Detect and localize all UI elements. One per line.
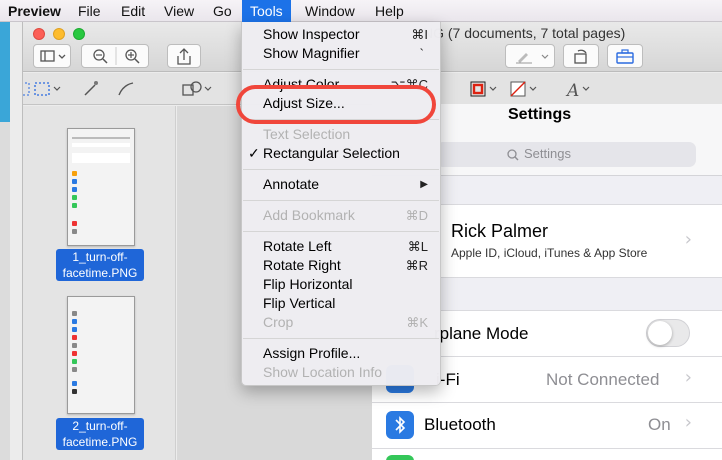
zoom-in-icon[interactable] <box>125 49 140 64</box>
menu-file[interactable]: File <box>70 0 109 22</box>
zoom-out-icon[interactable] <box>93 49 108 64</box>
menu-item-text-selection[interactable]: Text Selection <box>242 125 440 144</box>
menu-item-show-location-info[interactable]: Show Location Info <box>242 363 440 382</box>
menu-window[interactable]: Window <box>297 0 363 22</box>
menu-go[interactable]: Go <box>205 0 240 22</box>
sidebar-icon <box>40 50 66 62</box>
menu-separator <box>243 338 439 339</box>
chevron-right-icon: › <box>684 229 692 250</box>
desktop-wallpaper-strip <box>0 22 10 122</box>
chevron-right-icon: › <box>684 367 692 388</box>
tools-menu: Show Inspector ⌘I Show Magnifier ` Adjust … <box>241 22 441 386</box>
menu-edit[interactable]: Edit <box>113 0 153 22</box>
menu-item-flip-horizontal[interactable]: Flip Horizontal <box>242 275 440 294</box>
highlight-ring-annotation <box>236 85 436 124</box>
sketch-icon[interactable] <box>118 82 134 96</box>
menu-item-assign-profile[interactable]: Assign Profile... <box>242 344 440 363</box>
pen-icon <box>516 53 549 64</box>
toolbox-button[interactable] <box>607 44 643 68</box>
bluetooth-icon <box>386 411 414 439</box>
border-color-icon[interactable] <box>470 81 497 97</box>
menu-item-crop[interactable]: Crop ⌘K <box>242 313 440 332</box>
thumbnail-label-1[interactable]: 1_turn-off- facetime.PNG <box>56 249 144 281</box>
page-thumbnail-1[interactable] <box>67 128 135 246</box>
profile-subtitle: Apple ID, iCloud, iTunes & App Store <box>451 246 648 260</box>
menu-view[interactable]: View <box>156 0 202 22</box>
thumbnail-label-2[interactable]: 2_turn-off- facetime.PNG <box>56 418 144 450</box>
minimize-window-button[interactable] <box>53 28 65 40</box>
instant-alpha-icon[interactable] <box>84 81 98 96</box>
bluetooth-status: On <box>648 415 671 434</box>
rotate-button[interactable] <box>563 44 599 68</box>
zoom-controls <box>81 44 149 68</box>
airplane-mode-toggle[interactable] <box>646 319 690 347</box>
menu-separator <box>243 231 439 232</box>
page-thumbnail-2[interactable] <box>67 296 135 414</box>
menu-item-rotate-left[interactable]: Rotate Left ⌘L <box>242 237 440 256</box>
close-window-button[interactable] <box>33 28 45 40</box>
rotate-icon <box>574 49 587 64</box>
sidebar-view-button[interactable] <box>33 44 71 68</box>
menu-item-show-inspector[interactable]: Show Inspector ⌘I <box>242 25 440 44</box>
text-style-icon[interactable]: A <box>565 81 590 101</box>
checkmark-icon: ✓ <box>248 145 260 161</box>
submenu-arrow-icon: ▶ <box>420 179 428 190</box>
rect-selection-icon[interactable] <box>16 82 30 96</box>
menu-separator <box>243 200 439 201</box>
shapes-icon[interactable] <box>182 81 212 96</box>
settings-title: Settings <box>508 106 572 123</box>
profile-name: Rick Palmer <box>451 221 549 241</box>
settings-search-field[interactable]: Settings <box>436 142 696 167</box>
menu-item-rectangular-selection[interactable]: ✓ Rectangular Selection <box>242 144 440 163</box>
cellular-icon <box>386 455 414 460</box>
menu-separator <box>243 169 439 170</box>
menu-bar: Preview File Edit View Go Tools Window H… <box>0 0 722 22</box>
share-icon <box>177 48 191 65</box>
svg-text:A: A <box>565 81 579 101</box>
thumbnail-sidebar: 1_turn-off- facetime.PNG 2_turn-off- fac… <box>23 106 176 460</box>
window-title: NG (7 documents, 7 total pages) <box>423 25 626 41</box>
menu-item-flip-vertical[interactable]: Flip Vertical <box>242 294 440 313</box>
fill-color-icon[interactable] <box>510 81 537 97</box>
next-row <box>372 448 722 460</box>
search-icon <box>507 149 519 161</box>
menu-item-rotate-right[interactable]: Rotate Right ⌘R <box>242 256 440 275</box>
menu-item-show-magnifier[interactable]: Show Magnifier ` <box>242 44 440 63</box>
bluetooth-row[interactable]: Bluetooth On › <box>372 402 722 448</box>
selection-tool-icon[interactable] <box>34 82 61 96</box>
wifi-status: Not Connected <box>546 370 660 389</box>
chevron-right-icon: › <box>684 412 692 433</box>
menu-help[interactable]: Help <box>367 0 412 22</box>
menu-separator <box>243 69 439 70</box>
share-button[interactable] <box>167 44 201 68</box>
toolbox-icon <box>616 49 634 64</box>
menu-app-preview[interactable]: Preview <box>0 0 69 22</box>
menu-item-annotate[interactable]: Annotate ▶ <box>242 175 440 194</box>
markup-pen-button[interactable] <box>505 44 555 68</box>
toggle-knob <box>648 321 672 345</box>
zoom-window-button[interactable] <box>73 28 85 40</box>
menu-tools[interactable]: Tools <box>242 0 291 22</box>
menu-item-add-bookmark[interactable]: Add Bookmark ⌘D <box>242 206 440 225</box>
